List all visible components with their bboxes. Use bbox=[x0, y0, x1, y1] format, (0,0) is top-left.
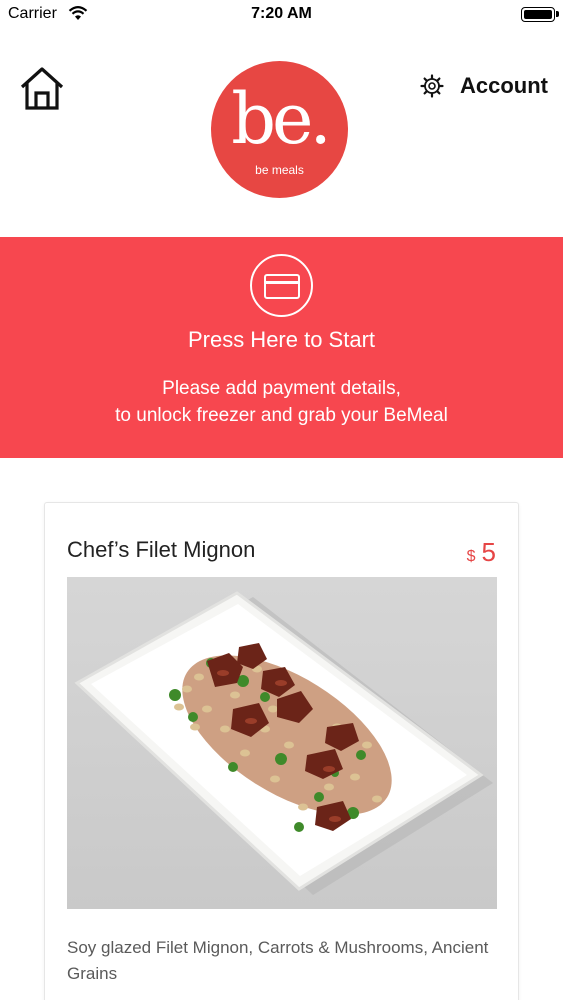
be-meals-logo: be. be meals bbox=[211, 61, 348, 198]
clock: 7:20 AM bbox=[251, 5, 312, 22]
account-button[interactable]: Account bbox=[420, 70, 548, 102]
banner-message-line1: Please add payment details, bbox=[162, 378, 401, 399]
logo-subtitle: be meals bbox=[255, 163, 304, 177]
banner-title: Press Here to Start bbox=[187, 327, 376, 352]
card-icon-circle bbox=[250, 254, 313, 317]
account-label: Account bbox=[460, 73, 548, 98]
start-banner-button[interactable]: Press Here to Start Please add payment d… bbox=[0, 237, 563, 458]
banner-message-line2: to unlock freezer and grab your BeMeal bbox=[115, 405, 448, 426]
battery-icon bbox=[521, 7, 555, 22]
meal-photo bbox=[67, 577, 497, 909]
meal-description: Soy glazed Filet Mignon, Carrots & Mushr… bbox=[67, 938, 489, 983]
status-bar: Carrier 7:20 AM bbox=[0, 0, 563, 30]
battery-tip bbox=[556, 11, 559, 17]
meal-price: $ 5 bbox=[467, 537, 496, 568]
price-currency: $ bbox=[466, 548, 476, 565]
credit-card-icon bbox=[264, 274, 300, 299]
meal-card[interactable]: Chef’s Filet Mignon $ 5 Soy glazed Filet… bbox=[44, 502, 519, 1000]
logo-mark: be. bbox=[231, 78, 332, 160]
home-icon bbox=[20, 67, 64, 110]
price-value: 5 bbox=[481, 537, 496, 567]
meal-name: Chef’s Filet Mignon bbox=[67, 537, 256, 562]
home-button[interactable] bbox=[19, 66, 65, 112]
gear-icon bbox=[420, 74, 444, 98]
plated-steak-illustration bbox=[67, 577, 497, 909]
